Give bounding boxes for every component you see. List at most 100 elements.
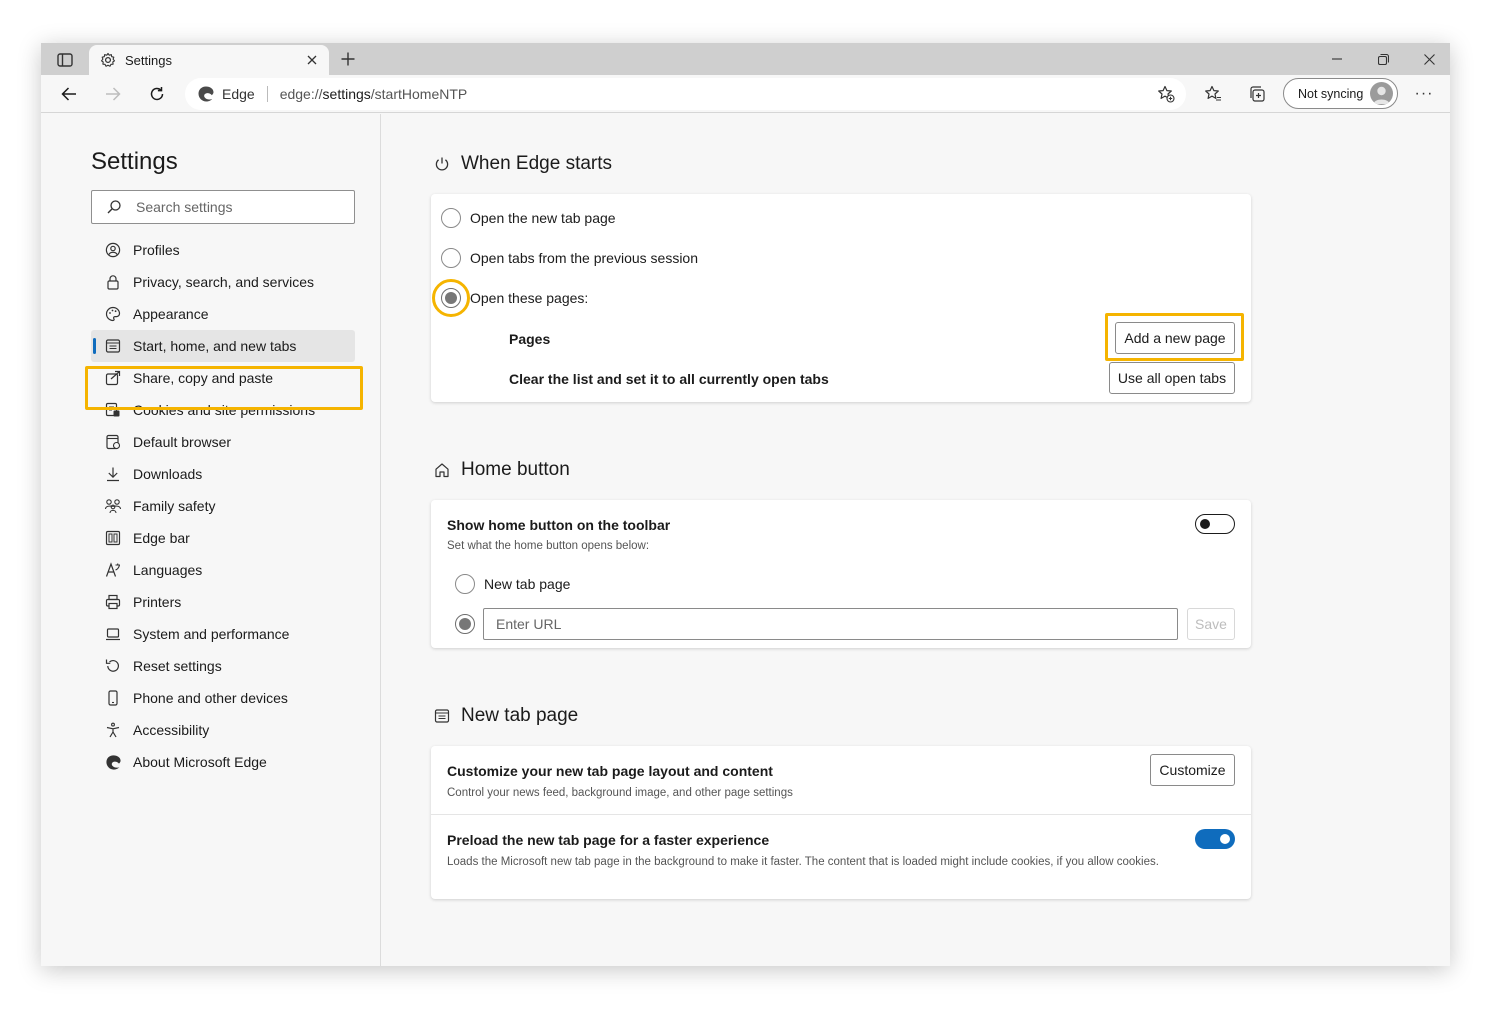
star-add-icon	[1157, 85, 1175, 103]
address-bar[interactable]: Edge edge://settings/startHomeNTP	[185, 78, 1186, 110]
settings-main: When Edge starts Open the new tab page O…	[381, 114, 1450, 966]
arrow-right-icon	[105, 87, 121, 101]
sidebar-item-share[interactable]: Share, copy and paste	[91, 362, 355, 394]
sidebar-item-start-home[interactable]: Start, home, and new tabs	[91, 330, 355, 362]
forward-button[interactable]	[98, 80, 128, 108]
page-title: Settings	[91, 148, 178, 176]
sidebar-item-label: Edge bar	[133, 530, 190, 546]
accessibility-icon	[103, 720, 123, 740]
sidebar-item-cookies[interactable]: Cookies and site permissions	[91, 394, 355, 426]
printer-icon	[103, 592, 123, 612]
profile-sync-button[interactable]: Not syncing	[1283, 78, 1398, 109]
collections-button[interactable]	[1244, 82, 1270, 106]
radio-button[interactable]	[441, 248, 461, 268]
option-label: New tab page	[484, 576, 570, 592]
highlight-circle	[432, 279, 470, 317]
tab-title: Settings	[125, 53, 172, 68]
startup-option-new-tab[interactable]: Open the new tab page	[441, 208, 616, 228]
sync-status: Not syncing	[1298, 87, 1363, 101]
arrow-left-icon	[61, 87, 77, 101]
sidebar-item-appearance[interactable]: Appearance	[91, 298, 355, 330]
edge-logo-icon	[103, 752, 123, 772]
new-tab-page-card: Customize your new tab page layout and c…	[431, 746, 1251, 899]
tab-actions-button[interactable]	[51, 48, 79, 72]
close-window-button[interactable]	[1406, 43, 1450, 75]
home-option-url[interactable]	[455, 614, 475, 634]
sidebar-item-label: Languages	[133, 562, 202, 578]
browser-window: Settings Edge	[41, 43, 1450, 966]
favorites-button[interactable]	[1200, 82, 1226, 106]
tab-strip: Settings	[41, 43, 1450, 75]
url-text: edge://settings/startHomeNTP	[280, 86, 468, 102]
option-label: Open the new tab page	[470, 210, 616, 226]
save-button[interactable]: Save	[1187, 608, 1235, 640]
sidebar-item-phone[interactable]: Phone and other devices	[91, 682, 355, 714]
plus-icon	[341, 52, 355, 66]
home-button-toggle[interactable]	[1195, 514, 1235, 534]
home-url-input[interactable]: Enter URL	[483, 608, 1178, 640]
new-tab-page-icon	[433, 707, 451, 725]
preload-sub: Loads the Microsoft new tab page in the …	[447, 854, 1167, 870]
url-path: /startHomeNTP	[371, 86, 467, 102]
more-options-icon[interactable]: ···	[1410, 82, 1438, 106]
option-label: Open these pages:	[470, 290, 588, 306]
radio-button-selected[interactable]	[455, 614, 475, 634]
back-button[interactable]	[54, 80, 84, 108]
restore-button[interactable]	[1360, 43, 1406, 75]
home-icon	[433, 461, 451, 479]
preload-toggle[interactable]	[1195, 829, 1235, 849]
sidebar-item-label: Accessibility	[133, 722, 209, 738]
sidebar-item-profiles[interactable]: Profiles	[91, 234, 355, 266]
sidebar-item-accessibility[interactable]: Accessibility	[91, 714, 355, 746]
profile-icon	[103, 240, 123, 260]
sidebar-item-label: Downloads	[133, 466, 202, 482]
home-button-card: Show home button on the toolbar Set what…	[431, 500, 1251, 648]
sidebar-item-printers[interactable]: Printers	[91, 586, 355, 618]
section-title: When Edge starts	[461, 153, 612, 175]
tab-settings[interactable]: Settings	[89, 45, 329, 75]
minimize-button[interactable]	[1314, 43, 1360, 75]
start-page-icon	[103, 336, 123, 356]
refresh-icon	[149, 86, 165, 102]
reset-icon	[103, 656, 123, 676]
url-prefix: edge://	[280, 86, 323, 102]
startup-card: Open the new tab page Open tabs from the…	[431, 194, 1251, 402]
sidebar-item-privacy[interactable]: Privacy, search, and services	[91, 266, 355, 298]
address-separator	[267, 86, 268, 102]
sidebar-item-languages[interactable]: Languages	[91, 554, 355, 586]
startup-option-previous-session[interactable]: Open tabs from the previous session	[441, 248, 698, 268]
sidebar-item-family-safety[interactable]: Family safety	[91, 490, 355, 522]
highlight-box	[1105, 313, 1244, 361]
lock-icon	[103, 272, 123, 292]
radio-button[interactable]	[455, 574, 475, 594]
home-option-new-tab[interactable]: New tab page	[455, 574, 570, 594]
family-icon	[103, 496, 123, 516]
sidebar-item-system[interactable]: System and performance	[91, 618, 355, 650]
option-label: Open tabs from the previous session	[470, 250, 698, 266]
search-icon	[106, 199, 122, 215]
use-all-open-tabs-button[interactable]: Use all open tabs	[1109, 362, 1235, 394]
palette-icon	[103, 304, 123, 324]
sidebar-item-edge-bar[interactable]: Edge bar	[91, 522, 355, 554]
cookies-icon	[103, 400, 123, 420]
home-toggle-label: Show home button on the toolbar	[447, 517, 670, 533]
refresh-button[interactable]	[142, 80, 172, 108]
customize-button[interactable]: Customize	[1150, 754, 1235, 786]
sidebar-item-label: Profiles	[133, 242, 180, 258]
sidebar-item-label: About Microsoft Edge	[133, 754, 267, 770]
url-placeholder: Enter URL	[496, 616, 561, 632]
search-input[interactable]: Search settings	[91, 190, 355, 224]
sidebar-item-label: System and performance	[133, 626, 289, 642]
new-tab-button[interactable]	[335, 47, 361, 71]
radio-button[interactable]	[441, 208, 461, 228]
edge-logo-icon	[197, 85, 215, 103]
add-favorite-button[interactable]	[1156, 84, 1176, 104]
sidebar-item-reset[interactable]: Reset settings	[91, 650, 355, 682]
settings-nav: Profiles Privacy, search, and services A…	[91, 234, 355, 778]
section-title: Home button	[461, 459, 570, 481]
sidebar-item-downloads[interactable]: Downloads	[91, 458, 355, 490]
close-tab-icon[interactable]	[303, 51, 321, 69]
sidebar-item-about[interactable]: About Microsoft Edge	[91, 746, 355, 778]
customize-sub: Control your news feed, background image…	[447, 785, 793, 801]
sidebar-item-default-browser[interactable]: Default browser	[91, 426, 355, 458]
